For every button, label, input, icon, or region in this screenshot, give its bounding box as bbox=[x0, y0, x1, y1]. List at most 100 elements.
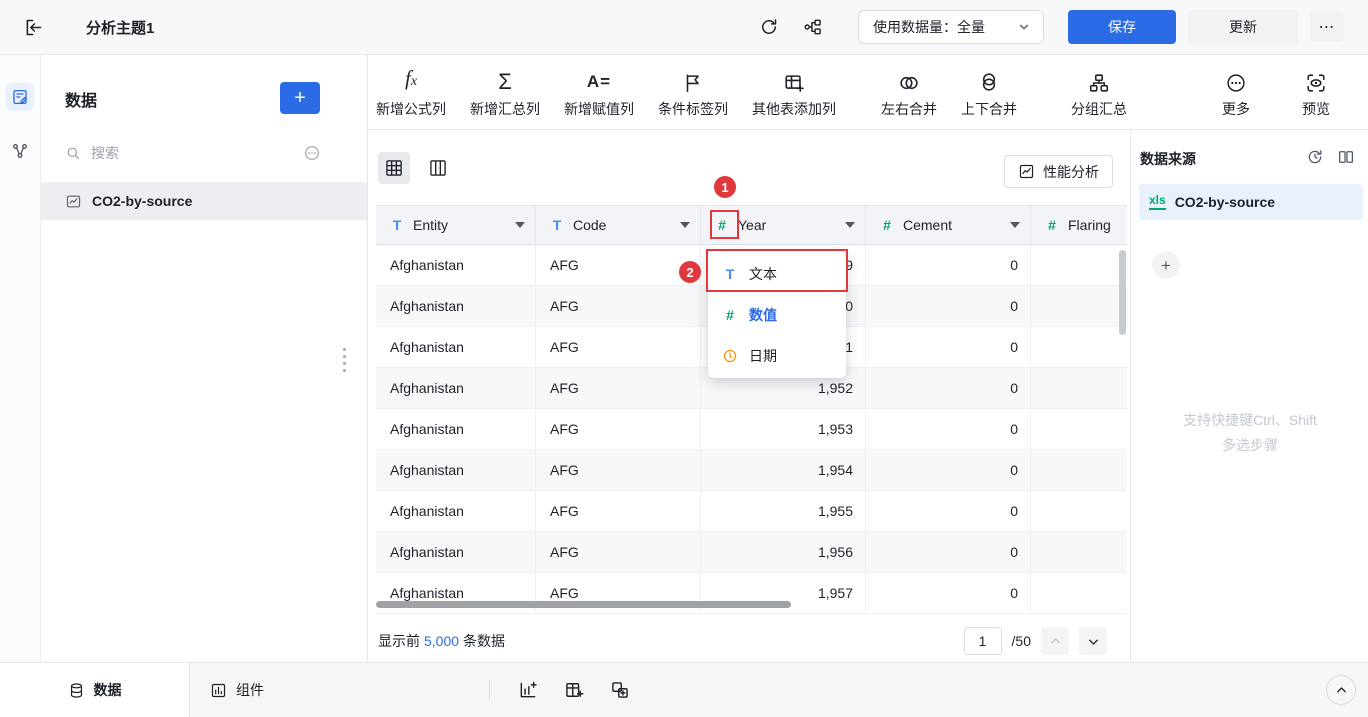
column-dropdown-caret[interactable] bbox=[1010, 222, 1020, 228]
topbar-more-icon[interactable]: ⋯ bbox=[1310, 12, 1344, 42]
page-down-icon[interactable] bbox=[1079, 627, 1107, 655]
menu-item-number[interactable]: # 数值 bbox=[708, 294, 846, 335]
table-cell: 1,954 bbox=[701, 450, 866, 491]
refresh-icon[interactable] bbox=[754, 12, 784, 42]
data-list-panel: 数据 + CO2-by-source bbox=[41, 55, 368, 662]
add-component-icon[interactable] bbox=[610, 680, 630, 700]
dataset-list-item[interactable]: CO2-by-source bbox=[41, 182, 367, 220]
divider bbox=[489, 680, 490, 700]
number-type-icon: # bbox=[880, 217, 894, 233]
dataset-chart-icon bbox=[65, 193, 82, 210]
table-header-row: T Entity T Code # Year # Cement bbox=[376, 205, 1127, 245]
source-name: CO2-by-source bbox=[1175, 194, 1275, 210]
xls-file-icon: xls bbox=[1149, 194, 1166, 210]
table-cell: AFG bbox=[536, 245, 701, 286]
performance-analysis-button[interactable]: 性能分析 bbox=[1004, 155, 1113, 188]
column-header-year[interactable]: # Year bbox=[701, 206, 866, 245]
search-box bbox=[65, 135, 321, 171]
add-chart-icon[interactable] bbox=[518, 680, 538, 700]
vertical-scrollbar[interactable] bbox=[1119, 250, 1126, 335]
app-root: 分析主题1 使用数据量：全量 保存 更新 ⋯ bbox=[0, 0, 1368, 717]
data-volume-select[interactable]: 使用数据量：全量 bbox=[858, 10, 1044, 44]
number-type-icon[interactable]: # bbox=[715, 217, 729, 233]
menu-item-date[interactable]: 日期 bbox=[708, 335, 846, 376]
quick-add-icons bbox=[518, 680, 630, 700]
horizontal-scrollbar[interactable] bbox=[376, 601, 791, 608]
workflow-icon[interactable] bbox=[798, 12, 828, 42]
search-input[interactable] bbox=[91, 145, 293, 161]
table-cell: 1,956 bbox=[701, 532, 866, 573]
formula-fx-icon: fx bbox=[405, 68, 417, 94]
toolbar-item-group-summary[interactable]: 分组汇总 bbox=[1071, 68, 1127, 119]
table-cell: Afghanistan bbox=[376, 409, 536, 450]
tab-component[interactable]: 组件 bbox=[210, 680, 264, 700]
toolbar-item-formula[interactable]: fx 新增公式列 bbox=[376, 68, 446, 119]
toolbar-item-assign-column[interactable]: A= 新增赋值列 bbox=[564, 68, 634, 119]
menu-item-text[interactable]: T 文本 bbox=[708, 253, 846, 294]
exit-icon[interactable] bbox=[18, 12, 48, 42]
sigma-icon: Σ bbox=[498, 68, 512, 94]
relationship-icon[interactable] bbox=[6, 137, 34, 165]
panel-resize-handle[interactable] bbox=[337, 340, 351, 380]
table-cell: 0 bbox=[866, 409, 1031, 450]
table-cell: 0 bbox=[866, 368, 1031, 409]
table-cell: Afghanistan bbox=[376, 368, 536, 409]
column-header-flaring[interactable]: # Flaring bbox=[1031, 206, 1127, 245]
collapse-panel-icon[interactable] bbox=[1326, 675, 1356, 705]
grid-view-icon[interactable] bbox=[378, 152, 410, 184]
column-dropdown-caret[interactable] bbox=[845, 222, 855, 228]
search-more-icon[interactable] bbox=[303, 144, 321, 162]
add-data-button[interactable]: + bbox=[280, 82, 320, 114]
view-toggles bbox=[378, 152, 454, 184]
add-table-icon[interactable] bbox=[564, 680, 584, 700]
toolbar-item-preview[interactable]: 预览 bbox=[1288, 68, 1344, 119]
row-count-text: 显示前5,000条数据 bbox=[378, 631, 505, 651]
table-workspace: 性能分析 T Entity T Code # Year bbox=[368, 130, 1130, 662]
text-type-icon: T bbox=[550, 217, 564, 233]
merge-left-right-icon bbox=[897, 68, 921, 94]
toolbar-item-add-from-other-table[interactable]: 其他表添加列 bbox=[752, 68, 836, 119]
table-cell: Afghanistan bbox=[376, 327, 536, 368]
preview-eye-icon bbox=[1305, 68, 1327, 94]
table-cell bbox=[1031, 245, 1127, 286]
update-button[interactable]: 更新 bbox=[1188, 10, 1298, 44]
date-clock-icon bbox=[722, 348, 738, 364]
table-add-column-icon bbox=[783, 68, 805, 94]
save-button[interactable]: 保存 bbox=[1068, 10, 1176, 44]
topbar-actions: 使用数据量：全量 保存 更新 ⋯ bbox=[754, 10, 1344, 44]
table-cell: Afghanistan bbox=[376, 286, 536, 327]
row-count-value: 5,000 bbox=[424, 633, 459, 649]
group-summary-icon bbox=[1088, 68, 1110, 94]
database-icon bbox=[68, 682, 85, 699]
page-up-icon[interactable] bbox=[1041, 627, 1069, 655]
toolbar-item-condition-tag[interactable]: 条件标签列 bbox=[658, 68, 728, 119]
edit-toolbar: fx 新增公式列 Σ 新增汇总列 A= 新增赋值列 条件标签列 其他表添加列 bbox=[368, 55, 1368, 130]
column-dropdown-caret[interactable] bbox=[680, 222, 690, 228]
edit-analysis-icon[interactable] bbox=[6, 83, 34, 111]
column-dropdown-caret[interactable] bbox=[515, 222, 525, 228]
table-cell: 0 bbox=[866, 573, 1031, 614]
column-header-cement[interactable]: # Cement bbox=[866, 206, 1031, 245]
add-step-button[interactable]: + bbox=[1152, 251, 1180, 279]
layout-split-icon[interactable] bbox=[1337, 148, 1355, 166]
page-input[interactable] bbox=[964, 627, 1002, 655]
table-cell bbox=[1031, 450, 1127, 491]
toolbar-item-more[interactable]: 更多 bbox=[1208, 68, 1264, 119]
toolbar-item-merge-top-bottom[interactable]: 上下合并 bbox=[961, 68, 1017, 119]
toolbar-item-summary-column[interactable]: Σ 新增汇总列 bbox=[470, 68, 540, 119]
table-cell bbox=[1031, 368, 1127, 409]
tab-data[interactable]: 数据 bbox=[0, 663, 190, 717]
table-cell: AFG bbox=[536, 491, 701, 532]
toolbar-item-merge-left-right[interactable]: 左右合并 bbox=[881, 68, 937, 119]
history-icon[interactable] bbox=[1306, 148, 1324, 166]
column-view-icon[interactable] bbox=[422, 152, 454, 184]
column-header-entity[interactable]: T Entity bbox=[376, 206, 536, 245]
table-cell: 0 bbox=[866, 245, 1031, 286]
table-footer: 显示前5,000条数据 /50 bbox=[376, 620, 1122, 662]
number-type-icon: # bbox=[722, 307, 738, 323]
table-cell bbox=[1031, 409, 1127, 450]
source-list-item[interactable]: xls CO2-by-source bbox=[1139, 184, 1363, 220]
panel-actions bbox=[1306, 148, 1355, 166]
column-header-code[interactable]: T Code bbox=[536, 206, 701, 245]
table-row: AfghanistanAFG1,9560 bbox=[376, 532, 1127, 573]
